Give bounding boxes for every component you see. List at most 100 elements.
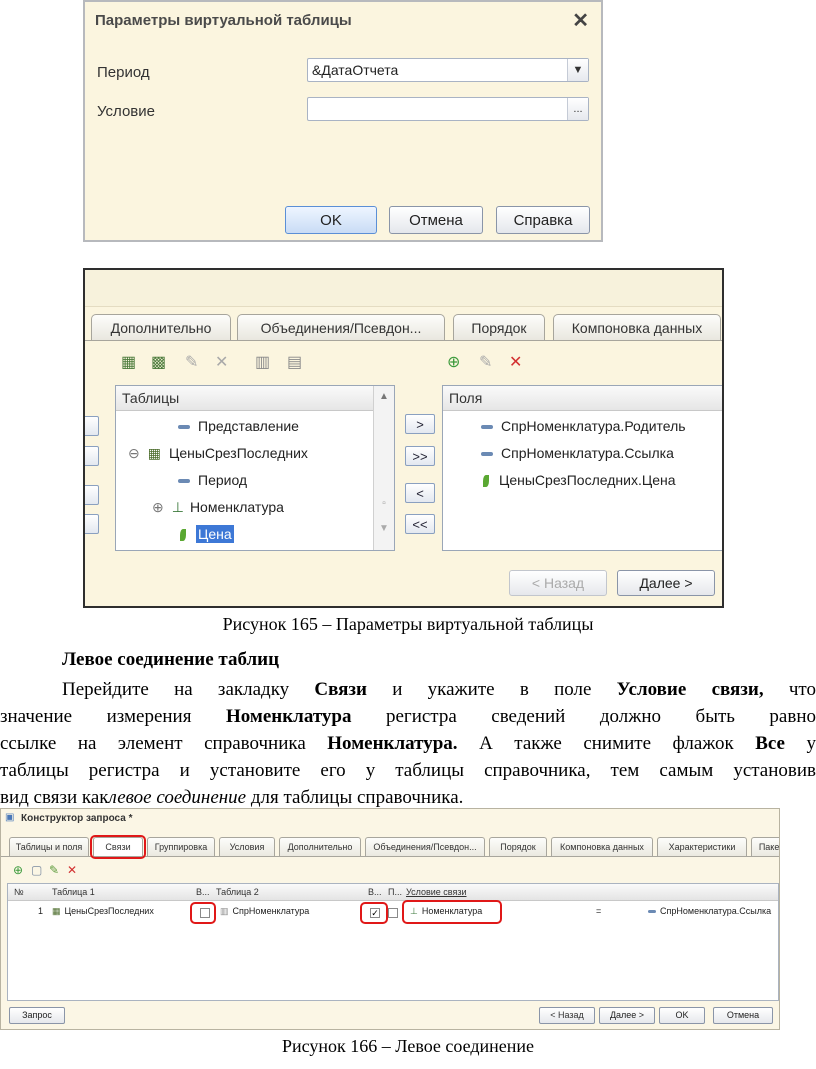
table-icon: ▦ (52, 906, 61, 916)
ellipsis-icon[interactable]: ... (567, 98, 588, 120)
field-item[interactable]: ЦеныСрезПоследних.Цена (483, 472, 676, 488)
col-num: № (14, 887, 24, 897)
scroll-up-icon[interactable]: ▲ (374, 391, 394, 402)
cropped-left-button[interactable] (85, 416, 99, 436)
col-all1: В... (196, 887, 210, 897)
row-condition-right[interactable]: СпрНоменклатура.Ссылка (648, 906, 771, 916)
add-field-icon[interactable]: ⊕ (447, 354, 460, 372)
tables-scrollbar[interactable]: ▲ ▫ ▼ (373, 386, 394, 550)
table-icon: ▥ (220, 906, 229, 916)
scroll-thumb-icon[interactable]: ▫ (374, 498, 394, 509)
paragraph-line: ссылке на элемент справочника Номенклату… (0, 733, 816, 754)
resource-icon (180, 529, 186, 542)
field-item[interactable]: СпрНоменклатура.Ссылка (481, 445, 674, 461)
section-heading: Левое соединение таблиц (62, 649, 280, 670)
edit-field-icon[interactable]: ✎ (479, 354, 492, 372)
links-grid: № Таблица 1 В... Таблица 2 В... П... Усл… (7, 883, 779, 1001)
move-all-right-button[interactable]: >> (405, 446, 435, 466)
back-button[interactable]: < Назад (509, 570, 607, 596)
next-button[interactable]: Далее > (599, 1007, 655, 1024)
tab-order[interactable]: Порядок (453, 314, 545, 340)
move-all-left-button[interactable]: << (405, 514, 435, 534)
query-constructor-fragment: Дополнительно Объединения/Псевдон... Пор… (83, 268, 724, 608)
cropped-left-button[interactable] (85, 446, 99, 466)
condition-input[interactable]: ... (307, 97, 589, 121)
add-link-icon[interactable]: ⊕ (13, 863, 23, 877)
col-condition: Условие связи (406, 887, 467, 897)
cropped-top-strip (85, 270, 722, 307)
ok-button[interactable]: OK (659, 1007, 705, 1024)
col-all2: В... (368, 887, 382, 897)
tab-grouping[interactable]: Группировка (147, 837, 215, 856)
body-paragraph: Перейдите на закладку Связи и укажите в … (0, 676, 816, 811)
tree-item-presentation[interactable]: Представление (178, 418, 299, 434)
tab-additional[interactable]: Дополнительно (91, 314, 231, 340)
scroll-down-icon[interactable]: ▼ (374, 523, 394, 534)
move-right-button[interactable]: > (405, 414, 435, 434)
move-left-button[interactable]: < (405, 483, 435, 503)
tab-data-composition[interactable]: Компоновка данных (553, 314, 721, 340)
highlight-links-tab (90, 835, 146, 859)
back-button[interactable]: < Назад (539, 1007, 595, 1024)
tab-additional[interactable]: Дополнительно (279, 837, 361, 856)
help-button[interactable]: Справка (496, 206, 590, 234)
row-condition-op: = (596, 906, 602, 916)
col-p: П... (388, 887, 402, 897)
replace-table-icon[interactable]: ▥ (255, 354, 270, 372)
field-item[interactable]: СпрНоменклатура.Родитель (481, 418, 686, 434)
tab-unions-aliases[interactable]: Объединения/Псевдон... (365, 837, 485, 856)
col-table2: Таблица 2 (216, 887, 259, 897)
tree-item-period[interactable]: Период (178, 472, 247, 488)
edit-link-icon[interactable]: ✎ (49, 863, 59, 877)
tab-tables-fields[interactable]: Таблицы и поля (9, 837, 89, 856)
highlight-all1 (190, 902, 216, 924)
figure-caption: Рисунок 165 – Параметры виртуальной табл… (222, 614, 594, 634)
tables-header: Таблицы (116, 386, 394, 411)
tab-data-composition[interactable]: Компоновка данных (551, 837, 653, 856)
tree-item-price[interactable]: Цена (180, 525, 234, 543)
cropped-left-button[interactable] (85, 514, 99, 534)
tree-item-nomenclature[interactable]: ⊕ ⊥ Номенклатура (152, 499, 284, 516)
collapse-icon[interactable]: ⊖ (128, 445, 140, 461)
close-icon[interactable]: ✕ (572, 8, 589, 33)
field-icon (481, 452, 493, 457)
figure-caption: Рисунок 166 – Левое соединение (281, 1036, 535, 1056)
tab-batch[interactable]: Пакет (751, 837, 779, 856)
row-table1[interactable]: ▦ ЦеныСрезПоследних (52, 906, 154, 917)
p-checkbox[interactable] (388, 908, 398, 918)
virtual-table-params-dialog: Параметры виртуальной таблицы ✕ Период &… (83, 0, 603, 242)
expand-icon[interactable]: ⊕ (152, 499, 164, 515)
tab-order[interactable]: Порядок (489, 837, 547, 856)
delete-link-icon[interactable]: ✕ (67, 863, 77, 877)
period-value: &ДатаОтчета (312, 62, 399, 78)
field-icon (648, 910, 656, 914)
tables-panel: Таблицы ▲ ▫ ▼ Представление ⊖ ▦ ЦеныСрезПо… (115, 385, 395, 551)
tab-conditions[interactable]: Условия (219, 837, 275, 856)
cropped-left-button[interactable] (85, 485, 99, 505)
period-label: Период (97, 64, 150, 81)
add-table-icon[interactable]: ▦ (121, 354, 136, 372)
edit-icon[interactable]: ✎ (185, 354, 198, 372)
chevron-down-icon[interactable]: ▼ (567, 59, 588, 81)
query-button[interactable]: Запрос (9, 1007, 65, 1024)
next-button[interactable]: Далее > (617, 570, 715, 596)
period-select[interactable]: &ДатаОтчета ▼ (307, 58, 589, 82)
delete-icon[interactable]: ✕ (215, 354, 228, 372)
ok-button[interactable]: OK (285, 206, 377, 234)
add-nested-table-icon[interactable]: ▩ (151, 354, 166, 372)
copy-link-icon[interactable]: ▢ (31, 863, 42, 877)
tab-unions-aliases[interactable]: Объединения/Псевдон... (237, 314, 445, 340)
row-table2[interactable]: ▥ СпрНоменклатура (220, 906, 309, 917)
delete-field-icon[interactable]: ✕ (509, 354, 522, 372)
tab-characteristics[interactable]: Характеристики (657, 837, 747, 856)
table-params-icon[interactable]: ▤ (287, 354, 302, 372)
cancel-button[interactable]: Отмена (389, 206, 483, 234)
highlight-all2 (360, 902, 388, 924)
field-icon (178, 479, 190, 484)
tree-item-price-slice[interactable]: ⊖ ▦ ЦеныСрезПоследних (128, 445, 308, 462)
paragraph-line: Перейдите на закладку Связи и укажите в … (62, 679, 816, 700)
cancel-button[interactable]: Отмена (713, 1007, 773, 1024)
condition-label: Условие (97, 103, 155, 120)
field-icon (178, 425, 190, 430)
table-icon: ▦ (147, 445, 161, 461)
